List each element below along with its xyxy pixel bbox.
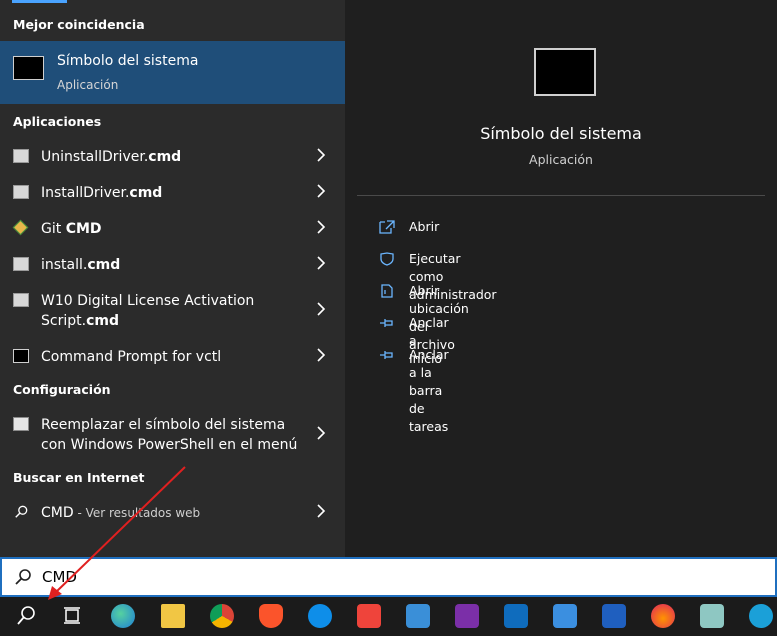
preview-panel: Símbolo del sistema Aplicación Abrir Eje… [345, 0, 777, 557]
vpn-icon[interactable] [749, 604, 773, 628]
app-item-git-cmd[interactable]: Git CMD [0, 210, 345, 246]
app-item-installdriver[interactable]: InstallDriver.cmd [0, 174, 345, 210]
best-match-item[interactable]: Símbolo del sistema Aplicación [0, 41, 345, 104]
chevron-right-icon[interactable] [316, 302, 326, 316]
apps-title: Aplicaciones [13, 114, 102, 129]
gear-file-icon [13, 149, 29, 163]
app-label-line2: Script. [41, 313, 87, 329]
app-label-match: cmd [148, 149, 182, 165]
chevron-right-icon[interactable] [316, 256, 326, 270]
notes-icon[interactable] [700, 604, 724, 628]
setting-label-line2: con Windows PowerShell en el menú [41, 437, 298, 453]
app-label-match: cmd [129, 185, 163, 201]
web-title: Buscar en Internet [13, 470, 145, 485]
shield-icon [380, 252, 394, 266]
outlook-icon[interactable] [504, 604, 528, 628]
edge-icon[interactable] [111, 604, 135, 628]
file-location-icon [381, 284, 393, 298]
action-label: Abrir [409, 219, 440, 234]
search-input[interactable]: CMD [42, 568, 77, 586]
chevron-right-icon[interactable] [316, 426, 326, 440]
selected-tab-indicator [12, 0, 67, 3]
search-box[interactable]: CMD [0, 557, 777, 597]
settings-item-powershell[interactable]: Reemplazar el símbolo del sistema con Wi… [0, 406, 345, 462]
app-label: Git [41, 221, 66, 237]
chevron-right-icon[interactable] [316, 184, 326, 198]
search-icon[interactable] [14, 604, 38, 628]
app-label: UninstallDriver. [41, 149, 149, 165]
preview-title: Símbolo del sistema [480, 124, 642, 143]
search-icon [15, 569, 31, 585]
cmd-icon [534, 48, 596, 96]
gear-file-icon [13, 185, 29, 199]
app-label-match: cmd [86, 313, 119, 329]
web-query: CMD [41, 505, 74, 521]
file-explorer-icon[interactable] [161, 604, 185, 628]
gear-file-icon [13, 293, 29, 307]
web-suffix: - Ver resultados web [73, 506, 201, 520]
chevron-right-icon[interactable] [316, 348, 326, 362]
action-label: Anclar a la barra de tareas [409, 347, 449, 434]
firefox-icon[interactable] [651, 604, 675, 628]
pin-icon [380, 351, 393, 359]
taskbar [0, 597, 777, 636]
app-label: Command Prompt for vctl [41, 349, 222, 365]
best-match-kind: Aplicación [57, 78, 119, 92]
chrome-icon[interactable] [210, 604, 234, 628]
onenote-icon[interactable] [455, 604, 479, 628]
git-icon [12, 219, 29, 236]
chevron-right-icon[interactable] [316, 220, 326, 234]
best-match-name: Símbolo del sistema [57, 53, 199, 69]
remote-desktop-icon[interactable] [406, 604, 430, 628]
open-icon [379, 220, 395, 234]
app-label: W10 Digital License Activation [41, 293, 255, 309]
task-view-icon[interactable] [61, 604, 85, 628]
app-label-match: CMD [65, 221, 102, 237]
app-item-command-prompt-vctl[interactable]: Command Prompt for vctl [0, 338, 345, 374]
app-label: install. [41, 257, 88, 273]
anydesk-icon[interactable] [357, 604, 381, 628]
todo-icon[interactable] [553, 604, 577, 628]
app-item-install[interactable]: install.cmd [0, 246, 345, 282]
app-label-match: cmd [87, 257, 121, 273]
settings-title: Configuración [13, 382, 111, 397]
chevron-right-icon[interactable] [316, 504, 326, 518]
cmd-icon [13, 349, 29, 363]
word-icon[interactable] [602, 604, 626, 628]
settings-doc-icon [13, 417, 29, 431]
preview-kind: Aplicación [529, 152, 593, 167]
cmd-icon [13, 56, 44, 80]
results-panel: Mejor coincidencia Símbolo del sistema A… [0, 0, 345, 557]
chevron-right-icon[interactable] [316, 148, 326, 162]
pin-icon [380, 319, 393, 327]
setting-label-line1: Reemplazar el símbolo del sistema [41, 417, 286, 433]
brave-icon[interactable] [259, 604, 283, 628]
gear-file-icon [13, 257, 29, 271]
app-item-w10-license[interactable]: W10 Digital License Activation Script.cm… [0, 282, 345, 338]
app-item-uninstalldriver[interactable]: UninstallDriver.cmd [0, 138, 345, 174]
web-search-item[interactable]: CMD - Ver resultados web [0, 494, 345, 530]
best-match-title: Mejor coincidencia [13, 17, 145, 32]
teamviewer-icon[interactable] [308, 604, 332, 628]
divider [357, 195, 765, 196]
search-icon [15, 505, 28, 518]
app-label: InstallDriver. [41, 185, 130, 201]
